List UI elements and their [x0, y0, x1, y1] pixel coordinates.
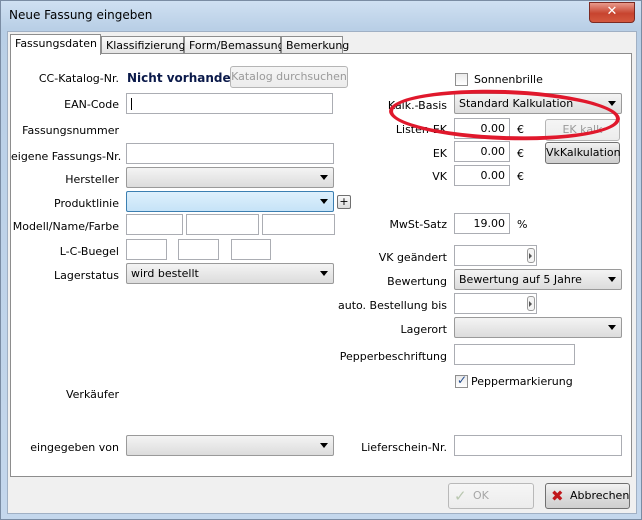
sonnenbrille-checkbox[interactable]	[455, 73, 468, 86]
l-c-buegel-label: L-C-Buegel	[59, 245, 119, 258]
ok-button[interactable]: ✓ OK	[448, 483, 534, 509]
lagerstatus-label: Lagerstatus	[54, 269, 119, 282]
vk-geaendert-date[interactable]	[454, 245, 537, 266]
dialog-client: Fassungsdaten Klassifizierung Form/Bemas…	[7, 31, 637, 514]
pepperbeschriftung-label: Pepperbeschriftung	[339, 350, 447, 363]
tab-panel-fassungsdaten: CC-Katalog-Nr. Nicht vorhanden Katalog d…	[10, 53, 632, 477]
modell-name-farbe-label: Modell/Name/Farbe	[12, 220, 119, 233]
close-icon: ✖	[551, 487, 564, 505]
vk-input[interactable]: 0.00	[454, 165, 510, 186]
listen-ek-unit: €	[517, 123, 524, 136]
produktlinie-select[interactable]	[126, 191, 334, 212]
vk-unit: €	[517, 170, 524, 183]
ek-label: EK	[432, 147, 447, 160]
dialog-window: Neue Fassung eingeben ✕ Fassungsdaten Kl…	[0, 0, 642, 520]
title-bar[interactable]: Neue Fassung eingeben ✕	[1, 1, 641, 31]
sonnenbrille-label: Sonnenbrille	[474, 73, 543, 86]
c-input[interactable]	[178, 239, 219, 260]
mwst-satz-unit: %	[517, 218, 528, 231]
close-button[interactable]: ✕	[589, 2, 635, 23]
ek-input[interactable]: 0.00	[454, 141, 510, 162]
cancel-button[interactable]: ✖ Abbrechen	[545, 483, 630, 509]
eigene-fassungs-nr-label: eigene Fassungs-Nr.	[11, 150, 122, 163]
eingegeben-von-select[interactable]	[126, 435, 334, 456]
buegel-input[interactable]	[231, 239, 271, 260]
ean-input[interactable]	[126, 93, 333, 114]
l-input[interactable]	[126, 239, 167, 260]
close-icon: ✕	[606, 4, 618, 19]
vk-label: VK	[432, 170, 447, 183]
mwst-satz-input[interactable]: 19.00	[454, 213, 510, 234]
bewertung-select[interactable]: Bewertung auf 5 Jahre	[454, 269, 622, 290]
peppermarkierung-label: Peppermarkierung	[471, 375, 573, 388]
vk-geaendert-label: VK geändert	[378, 251, 447, 264]
lieferschein-nr-input[interactable]	[454, 435, 622, 456]
check-icon: ✓	[454, 487, 467, 505]
fassungsnummer-label: Fassungsnummer	[22, 124, 119, 137]
listen-ek-input[interactable]: 0.00	[454, 118, 510, 139]
ek-kalk-button[interactable]: EK kalk	[545, 119, 620, 141]
modell-input[interactable]	[126, 214, 183, 235]
mwst-satz-label: MwSt-Satz	[389, 218, 447, 231]
tab-klassifizierung[interactable]: Klassifizierung	[101, 36, 186, 54]
lagerort-label: Lagerort	[400, 323, 447, 336]
lagerort-select[interactable]	[454, 317, 622, 338]
eingegeben-von-label: eingegeben von	[30, 441, 119, 454]
kalk-basis-select[interactable]: Standard Kalkulation	[454, 93, 622, 114]
produktlinie-label: Produktlinie	[54, 197, 119, 210]
ek-unit: €	[517, 147, 524, 160]
lagerstatus-select[interactable]: wird bestellt	[126, 263, 334, 284]
verkaeufer-label: Verkäufer	[65, 388, 119, 401]
text-cursor	[131, 98, 132, 110]
bewertung-label: Bewertung	[387, 275, 447, 288]
auto-bestellung-bis-label: auto. Bestellung bis	[338, 299, 447, 312]
date-picker-icon[interactable]	[527, 296, 535, 311]
chevron-down-icon	[608, 101, 616, 106]
add-produktlinie-button[interactable]: +	[337, 195, 351, 209]
ean-label: EAN-Code	[64, 98, 119, 111]
peppermarkierung-checkbox[interactable]	[455, 373, 468, 388]
chevron-down-icon	[320, 199, 328, 204]
hersteller-select[interactable]	[126, 167, 334, 188]
chevron-down-icon	[608, 325, 616, 330]
tab-bemerkung[interactable]: Bemerkung	[281, 36, 349, 54]
tab-form-bemassung[interactable]: Form/Bemassung	[184, 36, 285, 54]
name-input[interactable]	[186, 214, 259, 235]
window-title: Neue Fassung eingeben	[9, 8, 153, 22]
pepperbeschriftung-input[interactable]	[454, 344, 575, 365]
cc-katalog-label: CC-Katalog-Nr.	[38, 72, 119, 85]
lieferschein-nr-label: Lieferschein-Nr.	[361, 441, 447, 454]
vk-kalkulation-button[interactable]: VkKalkulation	[545, 142, 621, 164]
date-picker-icon[interactable]	[527, 248, 535, 263]
kalk-basis-label: Kalk.-Basis	[387, 99, 447, 112]
tab-fassungsdaten[interactable]: Fassungsdaten	[10, 34, 101, 55]
chevron-down-icon	[608, 277, 616, 282]
hersteller-label: Hersteller	[65, 173, 119, 186]
listen-ek-label: Listen-EK	[395, 123, 447, 136]
katalog-durchsuchen-button[interactable]: Katalog durchsuchen	[230, 66, 348, 88]
eigene-fassungs-nr-input[interactable]	[126, 143, 334, 164]
cc-katalog-value: Nicht vorhanden	[127, 71, 240, 85]
auto-bestellung-bis-date[interactable]	[454, 293, 537, 314]
